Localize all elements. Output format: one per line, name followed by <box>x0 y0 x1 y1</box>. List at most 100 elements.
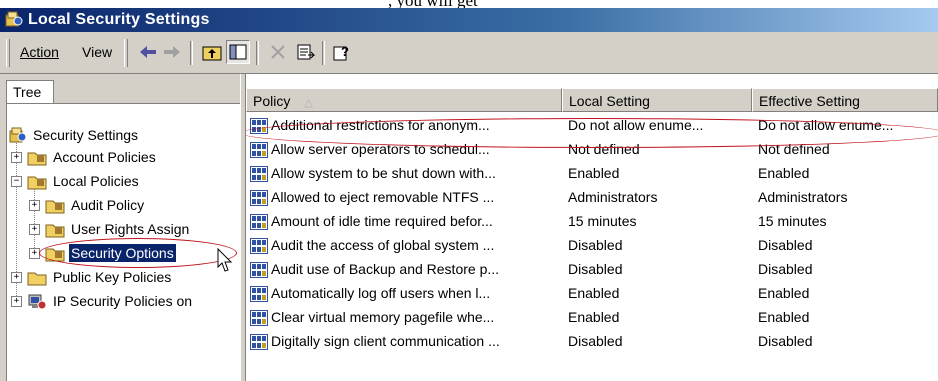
tree-view[interactable]: Security Settings + Account Policies − L… <box>6 103 240 381</box>
tree-node-public-key-policies[interactable]: Public Key Policies <box>27 266 173 288</box>
policy-setting-icon <box>250 142 268 158</box>
column-header-policy[interactable]: Policy △ <box>246 88 562 112</box>
local-setting-cell: Administrators <box>568 189 658 205</box>
tree-node-account-policies[interactable]: Account Policies <box>27 146 158 168</box>
help-icon: ? <box>333 44 349 61</box>
tree-tab[interactable]: Tree <box>6 80 54 104</box>
expand-icon[interactable]: + <box>29 200 40 211</box>
caption-fragment: , you will get <box>0 0 938 8</box>
table-row[interactable]: Allowed to eject removable NTFS ... Admin… <box>246 186 938 210</box>
delete-x-icon <box>271 45 285 59</box>
policy-folder-icon <box>45 200 65 213</box>
policy-folder-icon <box>27 152 47 165</box>
effective-setting-cell: Enabled <box>758 285 810 301</box>
table-row[interactable]: Allow system to be shut down with... Enab… <box>246 162 938 186</box>
policy-name-cell: Amount of idle time required befor... <box>271 213 493 229</box>
tree-node-ip-security-policies[interactable]: IP Security Policies on <box>27 290 194 312</box>
effective-setting-cell: 15 minutes <box>758 213 827 229</box>
policy-folder-icon <box>45 224 65 237</box>
security-settings-icon <box>9 127 27 142</box>
expand-icon[interactable]: + <box>11 272 22 283</box>
local-setting-cell: 15 minutes <box>568 213 637 229</box>
table-row[interactable]: Allow server operators to schedul... Not … <box>246 138 938 162</box>
local-setting-cell: Disabled <box>568 237 623 253</box>
policy-setting-icon <box>250 262 268 278</box>
policy-name-cell: Audit use of Backup and Restore p... <box>271 261 500 277</box>
folder-icon <box>27 272 47 285</box>
details-pane: Policy △ Local Setting Effective Setting … <box>246 74 938 381</box>
local-setting-cell: Disabled <box>568 261 623 277</box>
table-row[interactable]: Amount of idle time required befor... 15 … <box>246 210 938 234</box>
tree-node-security-settings[interactable]: Security Settings <box>9 124 140 146</box>
effective-setting-cell: Disabled <box>758 261 813 277</box>
menu-view[interactable]: View <box>82 44 112 60</box>
policy-name-cell: Audit the access of global system ... <box>271 237 495 253</box>
toolbar-grip-2 <box>124 39 128 67</box>
effective-setting-cell: Enabled <box>758 309 810 325</box>
policy-name-cell: Allowed to eject removable NTFS ... <box>271 189 495 205</box>
ip-security-icon <box>28 294 47 309</box>
table-row[interactable]: Automatically log off users when l... Ena… <box>246 282 938 306</box>
policy-name-cell: Automatically log off users when l... <box>271 285 491 301</box>
up-one-level-button[interactable] <box>200 40 224 64</box>
help-button[interactable]: ? <box>330 40 354 64</box>
effective-setting-cell: Enabled <box>758 165 810 181</box>
delete-button[interactable] <box>266 40 290 64</box>
expand-icon[interactable]: + <box>11 152 22 163</box>
toolbar-grip[interactable] <box>6 39 10 67</box>
menu-action[interactable]: Action <box>20 44 59 60</box>
tree-node-audit-policy[interactable]: Audit Policy <box>45 194 146 216</box>
expand-icon[interactable]: + <box>29 248 40 259</box>
show-hide-tree-button[interactable] <box>226 40 250 64</box>
effective-setting-cell: Disabled <box>758 237 813 253</box>
local-setting-cell: Do not allow enume... <box>568 117 704 133</box>
collapse-icon[interactable]: − <box>11 176 22 187</box>
mouse-cursor-icon <box>217 248 233 272</box>
title-bar[interactable]: Local Security Settings <box>0 8 938 32</box>
table-row[interactable]: Clear virtual memory pagefile whe... Enab… <box>246 306 938 330</box>
forward-button[interactable] <box>160 40 184 64</box>
tree-pane: Tree Security Settings + Account Policie… <box>0 74 240 381</box>
policy-setting-icon <box>250 334 268 350</box>
effective-setting-cell: Administrators <box>758 189 848 205</box>
effective-setting-cell: Disabled <box>758 333 813 349</box>
policy-name-cell: Clear virtual memory pagefile whe... <box>271 309 495 325</box>
policy-setting-icon <box>250 190 268 206</box>
tree-connector <box>34 184 35 248</box>
effective-setting-cell: Do not allow enume... <box>758 117 894 133</box>
effective-setting-cell: Not defined <box>758 141 830 157</box>
expand-icon[interactable]: + <box>29 224 40 235</box>
security-settings-icon <box>5 11 23 27</box>
policy-name-cell: Allow server operators to schedul... <box>271 141 490 157</box>
policy-setting-icon <box>250 166 268 182</box>
window-title: Local Security Settings <box>28 11 210 28</box>
tree-node-user-rights-assignment[interactable]: User Rights Assign <box>45 218 191 240</box>
back-button[interactable] <box>136 40 160 64</box>
folder-up-icon <box>202 46 222 61</box>
console-tree-icon <box>229 44 247 60</box>
list-header: Policy △ Local Setting Effective Setting <box>246 88 938 112</box>
table-row[interactable]: Audit the access of global system ... Dis… <box>246 234 938 258</box>
tree-node-security-options[interactable]: Security Options <box>45 242 176 264</box>
policy-setting-icon <box>250 118 268 134</box>
table-row[interactable]: Additional restrictions for anonym... Do … <box>246 114 938 138</box>
policy-name-cell: Additional restrictions for anonym... <box>271 117 490 133</box>
local-setting-cell: Enabled <box>568 165 620 181</box>
column-header-local-setting[interactable]: Local Setting <box>562 88 752 112</box>
sort-ascending-icon: △ <box>304 97 313 109</box>
forward-arrow-icon <box>164 46 180 58</box>
policy-folder-open-icon <box>27 176 47 189</box>
export-list-icon <box>297 44 316 60</box>
expand-icon[interactable]: + <box>11 296 22 307</box>
tree-node-local-policies[interactable]: Local Policies <box>27 170 141 192</box>
table-row[interactable]: Audit use of Backup and Restore p... Disa… <box>246 258 938 282</box>
policy-setting-icon <box>250 286 268 302</box>
export-list-button[interactable] <box>294 40 318 64</box>
table-row[interactable]: Digitally sign client communication ... D… <box>246 330 938 354</box>
column-header-effective-setting[interactable]: Effective Setting <box>752 88 938 112</box>
policy-name-cell: Digitally sign client communication ... <box>271 333 500 349</box>
toolbar: Action View ? <box>0 32 938 74</box>
policy-setting-icon <box>250 310 268 326</box>
toolbar-separator-2 <box>256 41 259 65</box>
policy-name-cell: Allow system to be shut down with... <box>271 165 496 181</box>
